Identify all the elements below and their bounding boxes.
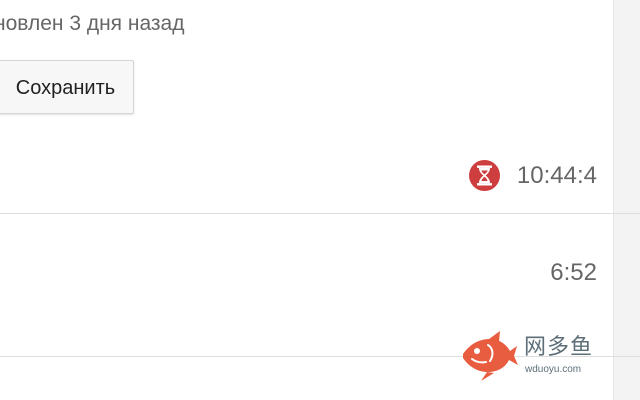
fish-logo-icon (463, 331, 518, 381)
save-button[interactable]: Сохранить (0, 60, 134, 114)
watermark: 网多鱼 wduoyu.com (459, 328, 604, 383)
hourglass-icon (469, 160, 500, 191)
row-divider (0, 213, 640, 214)
watermark-brand: 网多鱼 (524, 334, 594, 359)
right-panel-edge (613, 0, 640, 400)
time-value-secondary: 6:52 (550, 259, 597, 286)
updated-status-text: новлен 3 дня назад (0, 12, 185, 35)
page: новлен 3 дня назад Сохранить 10:44:4 6:5… (0, 0, 640, 400)
time-value-primary: 10:44:4 (516, 162, 597, 189)
watermark-url: wduoyu.com (525, 364, 582, 375)
